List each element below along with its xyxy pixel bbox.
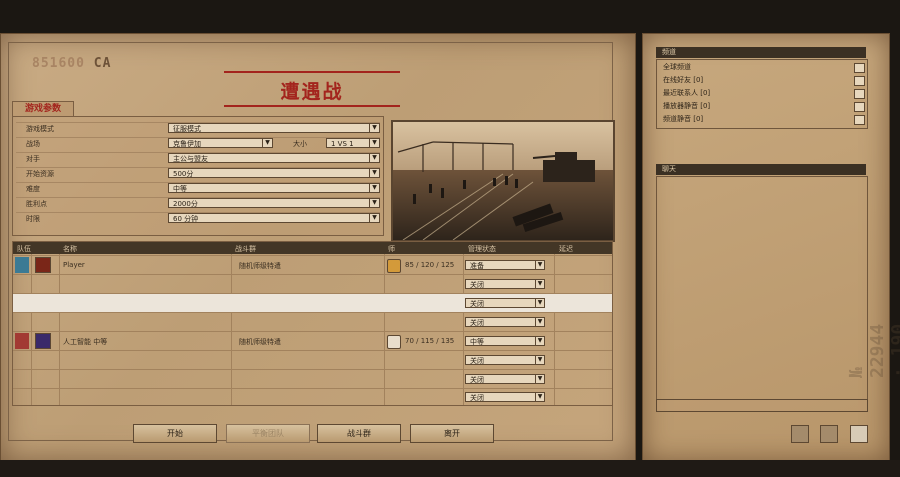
status-select[interactable]: 关闭 ▼ [465, 317, 545, 327]
chat-input[interactable] [656, 399, 868, 412]
chevron-down-icon: ▼ [369, 184, 379, 192]
stamp-code: 851600 CA [32, 56, 112, 71]
channel-toggle[interactable] [854, 102, 865, 112]
opponent-select[interactable]: 主公与盟友 ▼ [168, 153, 380, 163]
game-params: 游戏模式 征服模式 ▼ 战场 克鲁伊加 ▼ 大小 1 VS 1 ▼ 对手 主公与盟友 ▼… [12, 116, 384, 236]
chevron-down-icon: ▼ [535, 393, 544, 401]
param-row-resources: 开始资源 500分 ▼ [16, 167, 380, 180]
chevron-down-icon: ▼ [369, 154, 379, 162]
param-row-difficulty: 难度 中等 ▼ [16, 182, 380, 195]
chevron-down-icon: ▼ [369, 199, 379, 207]
ai-avatar [35, 333, 51, 349]
param-row-victory: 胜利点 2000分 ▼ [16, 197, 380, 210]
chat-header: 聊天 [656, 164, 866, 175]
page-title: 遭遇战 [280, 81, 344, 103]
chevron-down-icon: ▼ [535, 318, 544, 326]
status-select[interactable]: 关闭 ▼ [465, 298, 545, 308]
chevron-down-icon: ▼ [369, 139, 379, 147]
channels-header: 频道 [656, 47, 866, 58]
battlegroup-button[interactable]: 战斗群 [317, 424, 401, 443]
channel-item[interactable]: 最近联系人 [0] [663, 88, 710, 98]
players-table: 队伍 名称 战斗群 师 管理状态 延迟 Player 随机师级特遣 85 / 1… [12, 241, 613, 406]
channel-item[interactable]: 频道静音 [0] [663, 114, 703, 124]
victory-select[interactable]: 2000分 ▼ [168, 198, 380, 208]
chevron-down-icon: ▼ [535, 356, 544, 364]
status-select[interactable]: 准备 ▼ [465, 260, 545, 270]
resources-select[interactable]: 500分 ▼ [168, 168, 380, 178]
table-row[interactable]: 关闭 ▼ [13, 274, 612, 293]
chevron-down-icon: ▼ [535, 280, 544, 288]
status-select[interactable]: 关闭 ▼ [465, 279, 545, 289]
difficulty-select[interactable]: 中等 ▼ [168, 183, 380, 193]
channels-list: 全球频道 在线好友 [0] 最近联系人 [0] 播放器静音 [0] 频道静音 [… [656, 59, 868, 129]
table-row[interactable]: 关闭 ▼ [13, 350, 612, 369]
channel-toggle[interactable] [854, 76, 865, 86]
map-select[interactable]: 克鲁伊加 ▼ [168, 138, 273, 148]
chevron-down-icon: ▼ [369, 214, 379, 222]
param-row-opponent: 对手 主公与盟友 ▼ [16, 152, 380, 165]
difficulty-select[interactable]: 中等 ▼ [465, 336, 545, 346]
table-row[interactable]: Player 随机师级特遣 85 / 120 / 125 准备 ▼ [13, 255, 612, 274]
table-row[interactable]: 人工智能 中等 随机师级特遣 70 / 115 / 135 中等 ▼ [13, 331, 612, 350]
chat-log [656, 176, 868, 400]
status-select[interactable]: 关闭 ▼ [465, 392, 545, 402]
status-select[interactable]: 关闭 ▼ [465, 355, 545, 365]
user-profile-icon[interactable] [850, 425, 868, 443]
team-color-swatch[interactable] [15, 333, 29, 349]
chevron-down-icon: ▼ [535, 299, 544, 307]
watermark: № 22944 · 190 [846, 323, 900, 378]
channel-item[interactable]: 全球频道 [663, 62, 691, 72]
footer-bar [0, 460, 900, 477]
people-icon[interactable] [820, 425, 838, 443]
edit-icon[interactable] [791, 425, 809, 443]
chevron-down-icon: ▼ [262, 139, 272, 147]
time-select[interactable]: 60 分钟 ▼ [168, 213, 380, 223]
start-button[interactable]: 开始 [133, 424, 217, 443]
table-row[interactable]: 关闭 ▼ [13, 312, 612, 331]
chevron-down-icon: ▼ [369, 124, 379, 132]
title-block: 遭遇战 [224, 71, 400, 109]
faction-badge-icon [387, 335, 401, 349]
chevron-down-icon: ▼ [535, 337, 544, 345]
channel-item[interactable]: 在线好友 [0] [663, 75, 703, 85]
status-select[interactable]: 关闭 ▼ [465, 374, 545, 384]
chevron-down-icon: ▼ [535, 261, 544, 269]
param-row-mode: 游戏模式 征服模式 ▼ [16, 122, 380, 135]
channel-toggle[interactable] [854, 63, 865, 73]
team-color-swatch[interactable] [15, 257, 29, 273]
chevron-down-icon: ▼ [369, 169, 379, 177]
mode-select[interactable]: 征服模式 ▼ [168, 123, 380, 133]
tab-game-params[interactable]: 游戏参数 [12, 101, 74, 116]
param-row-time: 时限 60 分钟 ▼ [16, 212, 380, 225]
leave-button[interactable]: 离开 [410, 424, 494, 443]
player-avatar [35, 257, 51, 273]
table-row[interactable]: 关闭 ▼ [13, 369, 612, 388]
table-header: 队伍 名称 战斗群 师 管理状态 延迟 [13, 242, 612, 254]
faction-badge-icon [387, 259, 401, 273]
table-row[interactable]: 关闭 ▼ [13, 388, 612, 405]
balance-teams-button[interactable]: 平衡团队 [226, 424, 310, 443]
table-row[interactable]: 关闭 ▼ [13, 293, 612, 312]
channel-toggle[interactable] [854, 89, 865, 99]
param-row-map: 战场 克鲁伊加 ▼ 大小 1 VS 1 ▼ [16, 137, 380, 150]
channel-toggle[interactable] [854, 115, 865, 125]
size-select[interactable]: 1 VS 1 ▼ [326, 138, 380, 148]
battle-scene-image [393, 122, 613, 240]
channel-item[interactable]: 播放器静音 [0] [663, 101, 710, 111]
map-preview-image [391, 120, 615, 242]
chevron-down-icon: ▼ [535, 375, 544, 383]
